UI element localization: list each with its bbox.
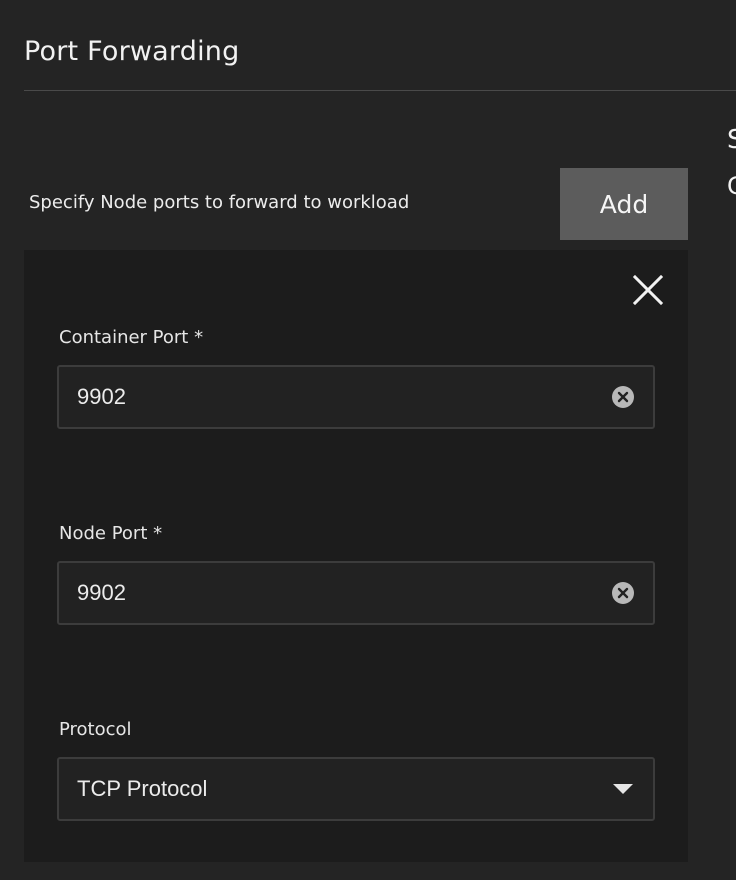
section-title: Port Forwarding — [24, 36, 240, 67]
node-port-label: Node Port * — [59, 523, 163, 544]
port-forwarding-entry: Container Port * 9902 Node Port * 9902 P… — [24, 250, 688, 862]
clear-circle-icon[interactable] — [611, 385, 635, 409]
remove-entry-button[interactable] — [630, 272, 666, 308]
side-panel-peek-text-2: C — [727, 172, 736, 200]
node-port-input[interactable]: 9902 — [57, 561, 655, 625]
port-forwarding-page: Port Forwarding S C Specify Node ports t… — [0, 0, 736, 880]
node-port-value[interactable]: 9902 — [77, 580, 126, 606]
protocol-select[interactable]: TCP Protocol — [57, 757, 655, 821]
container-port-value[interactable]: 9902 — [77, 384, 126, 410]
clear-circle-icon[interactable] — [611, 581, 635, 605]
add-port-button[interactable]: Add — [560, 168, 688, 240]
caret-down-icon[interactable] — [611, 777, 635, 801]
container-port-input[interactable]: 9902 — [57, 365, 655, 429]
protocol-label: Protocol — [59, 719, 132, 740]
side-panel-peek-text-1: S — [727, 125, 736, 155]
port-forwarding-hint: Specify Node ports to forward to workloa… — [29, 192, 410, 213]
title-divider — [24, 90, 736, 91]
protocol-selected-value[interactable]: TCP Protocol — [77, 776, 207, 802]
close-icon — [633, 275, 663, 305]
container-port-label: Container Port * — [59, 327, 204, 348]
